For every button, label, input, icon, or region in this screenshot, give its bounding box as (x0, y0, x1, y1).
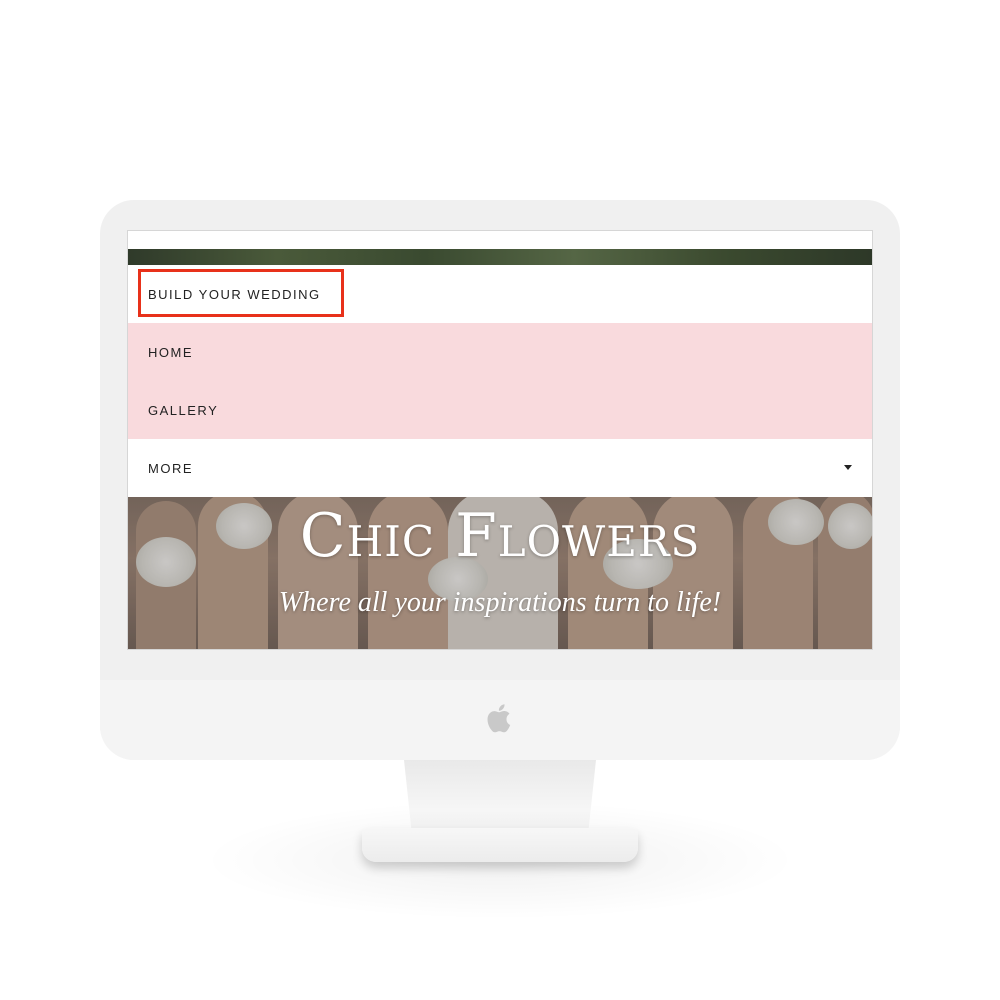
nav-item-more[interactable]: MORE (128, 439, 872, 497)
nav-item-label: MORE (148, 460, 193, 476)
caret-down-icon[interactable] (844, 465, 852, 470)
apple-logo-icon (487, 704, 511, 733)
annotation-highlight-box (138, 269, 344, 317)
header-photo-strip (128, 249, 872, 265)
nav-item-gallery[interactable]: GALLERY (128, 381, 872, 439)
hero-subtitle: Where all your inspirations turn to life… (278, 587, 722, 618)
monitor-stand-neck (404, 760, 596, 832)
nav-item-home[interactable]: HOME (128, 323, 872, 381)
monitor-screen: BUILD YOUR WEDDING HOME GALLERY MORE Chi… (127, 230, 873, 650)
nav-item-label: GALLERY (148, 402, 219, 418)
hero-title: Chic Flowers (299, 501, 701, 571)
monitor-stand-base (362, 828, 638, 862)
hero-banner: Chic Flowers Where all your inspirations… (128, 497, 872, 649)
nav-item-label: HOME (148, 344, 193, 360)
